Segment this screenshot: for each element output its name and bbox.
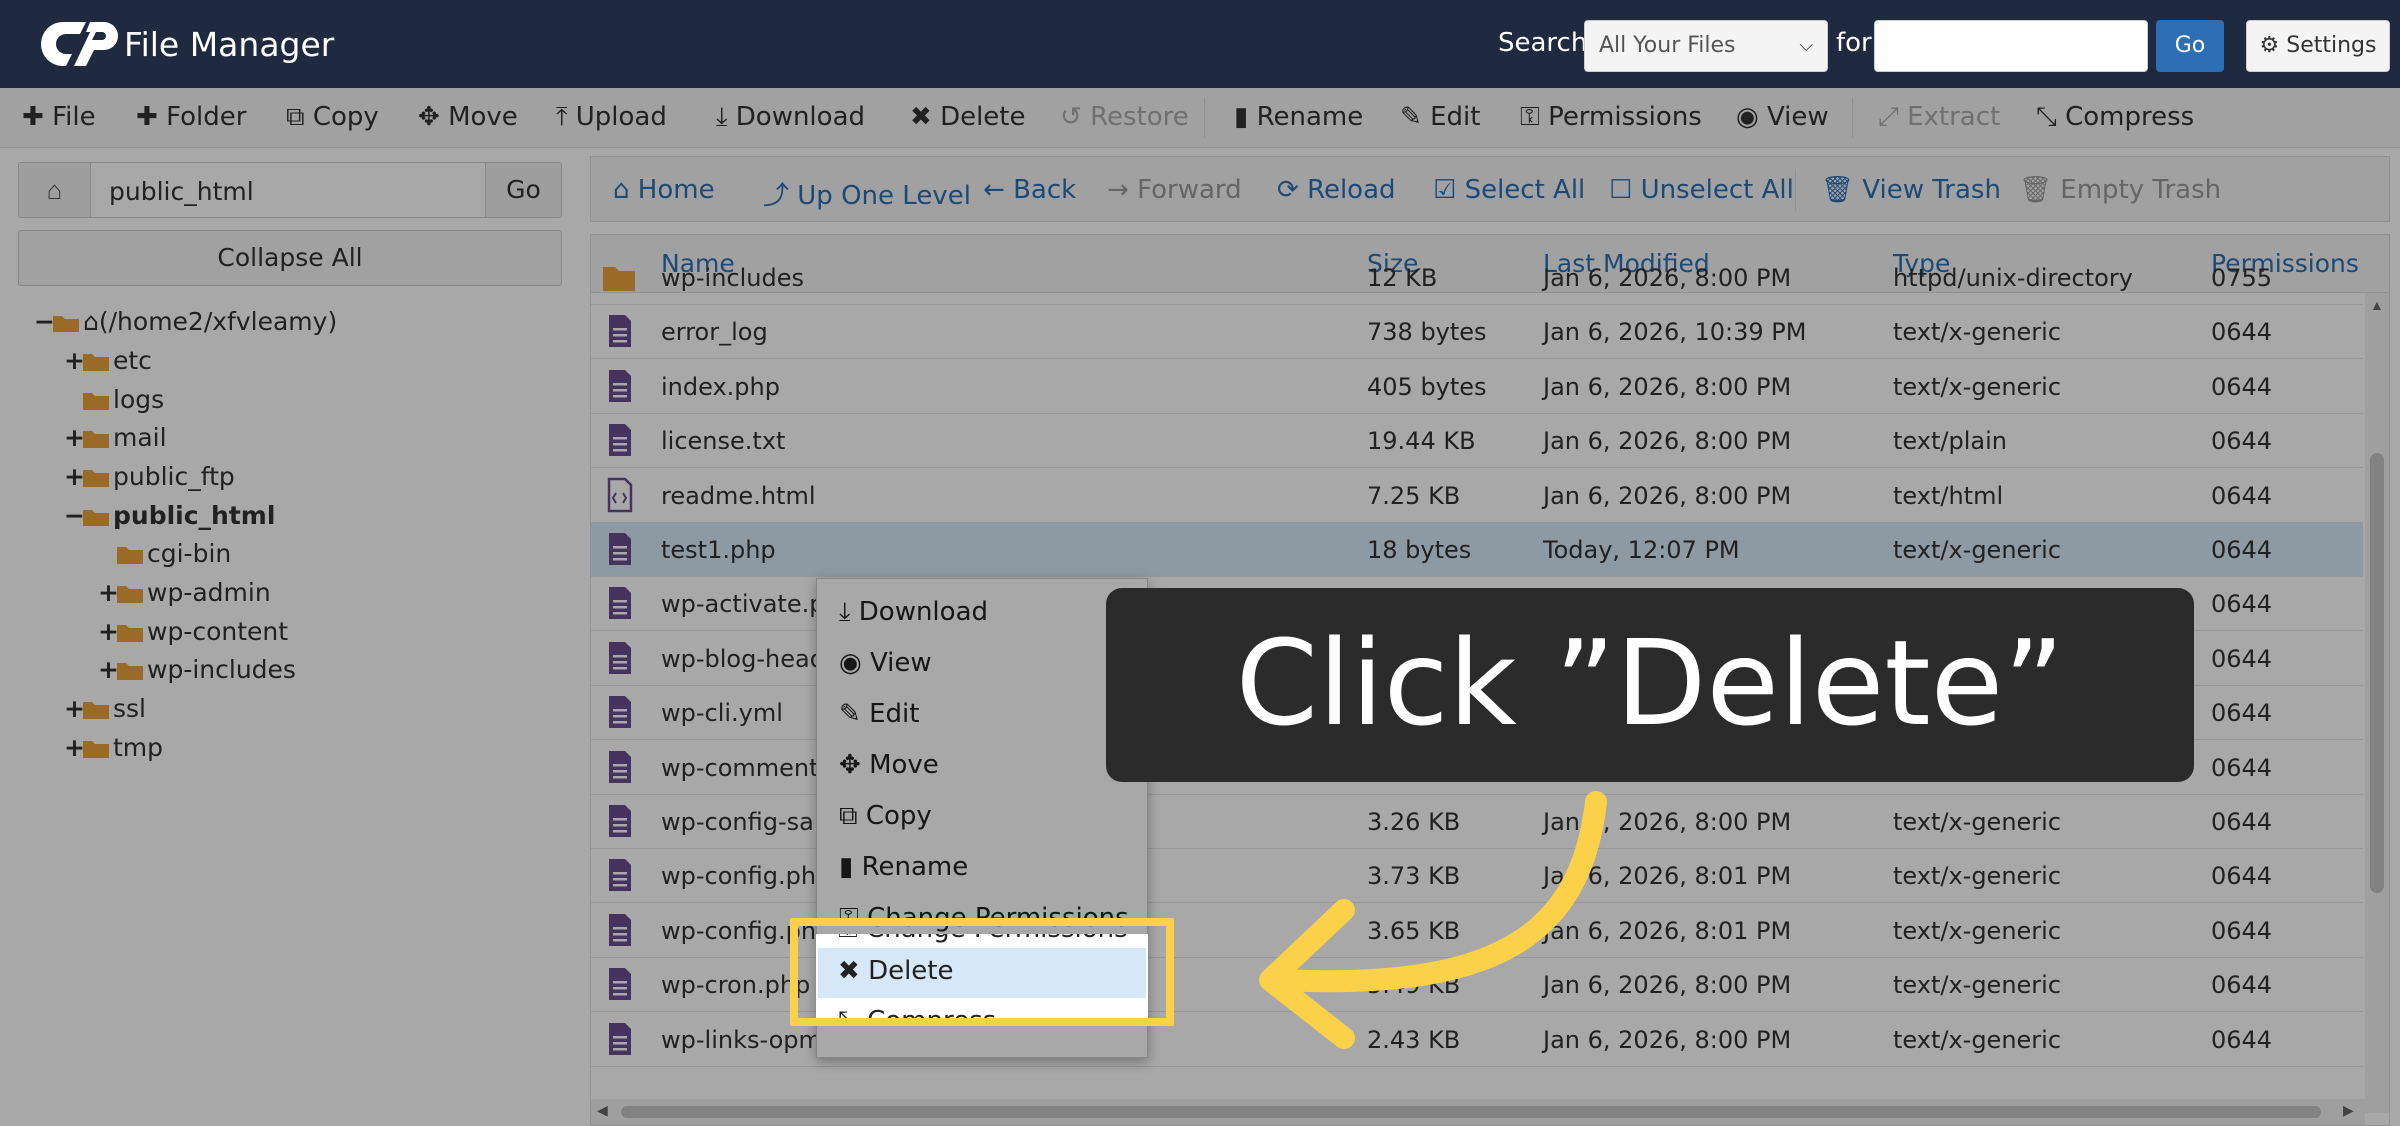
- tutorial-callout: Click ”Delete”: [1106, 588, 2194, 782]
- search-scope-value: All Your Files: [1599, 33, 1736, 58]
- gear-icon: ⚙: [2259, 33, 2280, 58]
- settings-button[interactable]: ⚙ Settings: [2246, 20, 2390, 72]
- tutorial-highlight-box: [790, 918, 1174, 1026]
- tutorial-arrow-icon: [1259, 791, 1607, 1049]
- app-title: File Manager: [124, 25, 335, 64]
- cpanel-logo-icon: [40, 21, 118, 66]
- top-header: File Manager Search All Your Files ⌵ for…: [0, 0, 2400, 88]
- search-scope-select[interactable]: All Your Files ⌵: [1584, 20, 1828, 72]
- search-input[interactable]: [1874, 20, 2148, 72]
- settings-label: Settings: [2286, 33, 2377, 58]
- chevron-down-icon: ⌵: [1799, 35, 1813, 56]
- search-label: Search: [1498, 28, 1588, 58]
- for-label: for: [1836, 28, 1872, 58]
- search-go-button[interactable]: Go: [2156, 20, 2224, 72]
